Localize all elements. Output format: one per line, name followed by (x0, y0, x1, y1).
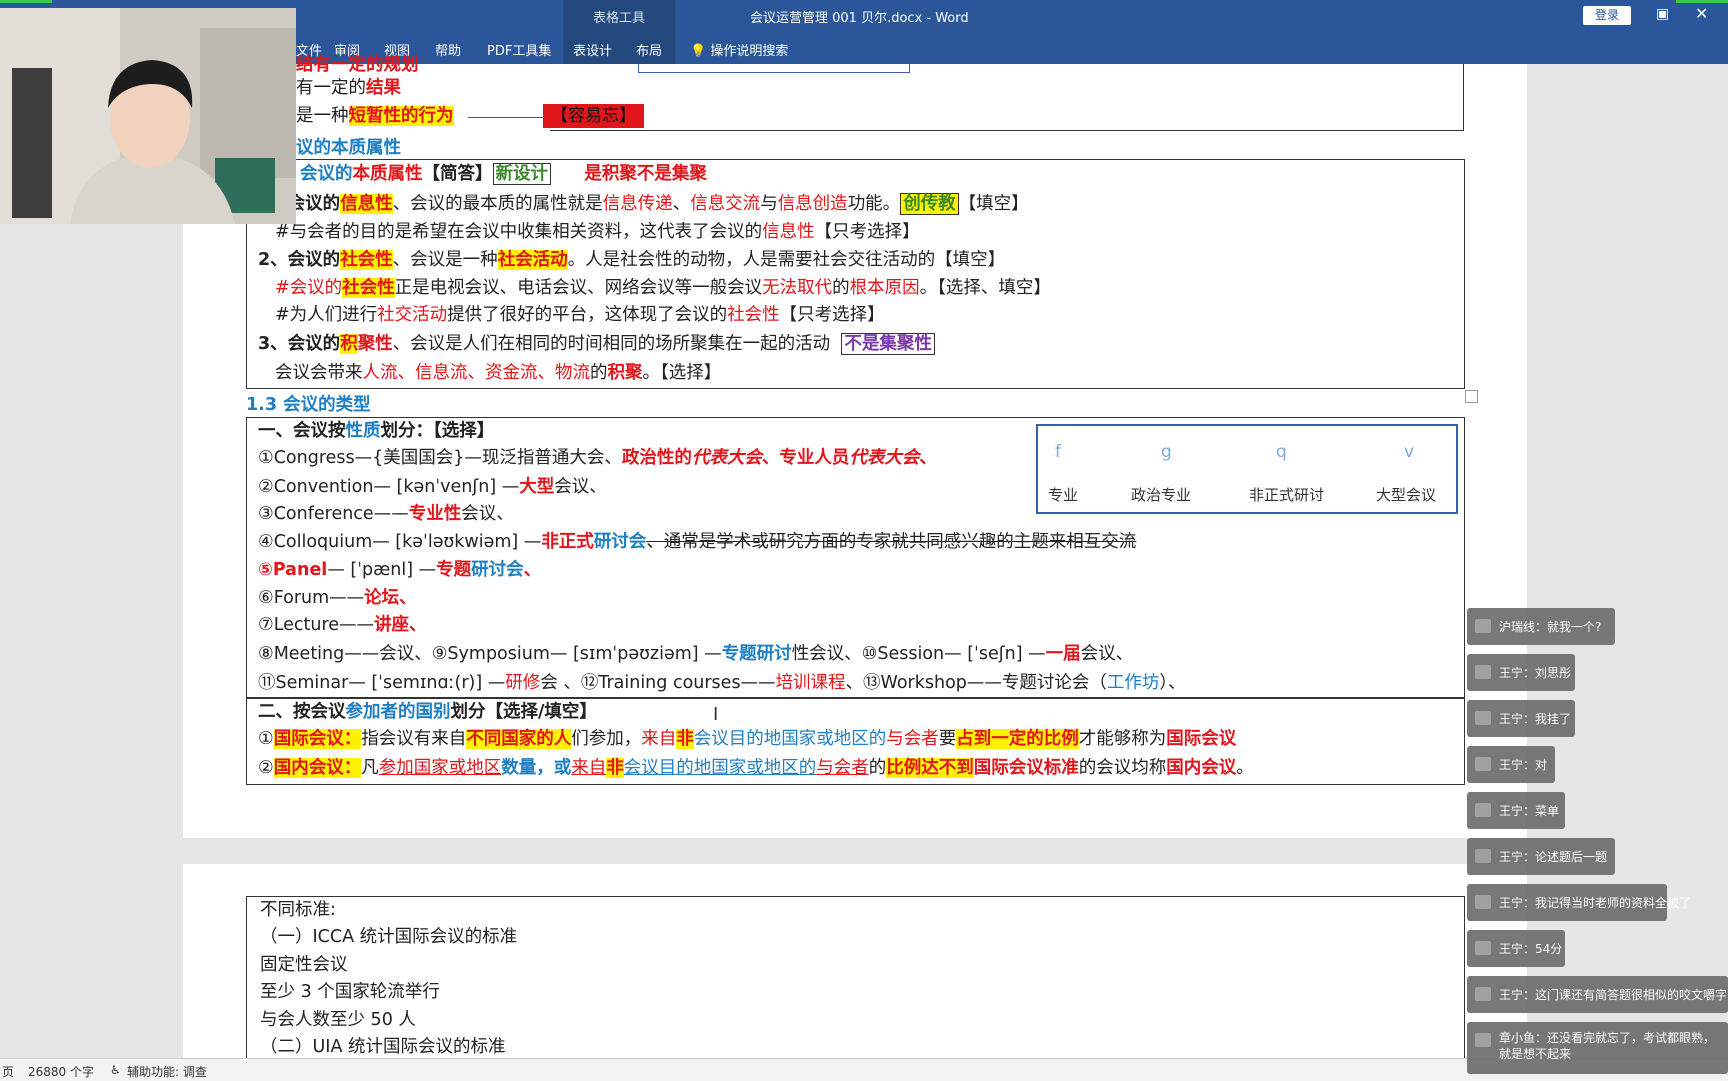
fragment-line-3: 是一种短暂性的行为 (296, 106, 454, 126)
lightbulb-icon: 💡 (690, 44, 707, 59)
chat-message: 王宁：刘思彤 (1467, 654, 1575, 691)
chat-message: 王宁：菜单 (1467, 792, 1565, 829)
user-avatar-icon (1475, 849, 1491, 863)
types-part2-title: 二、按会议参加者的国别划分【选择/填空】 (258, 702, 597, 722)
webcam-person-image (0, 8, 296, 224)
essence-item-3: 3、会议的积聚性、会议是人们在相同的时间相同的场所聚集在一起的活动 不是集聚性 (258, 333, 935, 355)
close-icon[interactable]: ✕ (1695, 4, 1708, 23)
legend-letter-v: v (1404, 442, 1415, 462)
types-part2-line-2: ②国内会议：凡参加国家或地区数量，或来自非会议目的地国家或地区的与会者的比例达不… (258, 758, 1254, 778)
legend-letter-q: q (1276, 442, 1287, 462)
standards-line-1: 不同标准: (260, 900, 336, 920)
user-avatar-icon (1475, 987, 1491, 1001)
essence-note-3: 会议会带来人流、信息流、资金流、物流的积聚。【选择】 (275, 363, 722, 383)
progress-indicator-left (0, 0, 52, 3)
webcam-video-overlay (0, 8, 296, 224)
types-line-7: ⑦Lecture——讲座、 (258, 615, 427, 635)
types-part1-title: 一、会议按性质划分：【选择】 (258, 421, 495, 441)
user-avatar-icon (1475, 1033, 1491, 1047)
table-resize-handle[interactable] (1465, 390, 1478, 403)
accessibility-icon: ♿ (110, 1063, 121, 1077)
legend-letter-g: g (1161, 442, 1172, 462)
table-tools-label: 表格工具 (592, 11, 645, 26)
section-heading-types: 1.3 会议的类型 (246, 395, 371, 415)
chat-message: 王宁：论述题后一题 (1467, 838, 1615, 875)
types-part2-line-1: ①国际会议：指会议有来自不同国家的人们参加，来自非会议目的地国家或地区的与会者要… (258, 729, 1237, 749)
essence-note-2b: #为人们进行社交活动提供了很好的平台，这体现了会议的社会性【只考选择】 (275, 305, 885, 325)
chat-message: 章小鱼：还没看完就忘了，考试都眼熟，就是想不起来 (1467, 1022, 1728, 1074)
chat-message: 王宁：54分 (1467, 930, 1565, 967)
essence-note-1: #与会者的目的是希望在会议中收集相关资料，这代表了会议的信息性【只考选择】 (275, 222, 920, 242)
user-avatar-icon (1475, 895, 1491, 909)
user-avatar-icon (1475, 665, 1491, 679)
legend-letter-f: f (1055, 442, 1061, 462)
legend-word-1: 专业 (1048, 486, 1079, 504)
types-line-2: ②Convention— [kənˈvenʃn] —大型会议、 (258, 477, 607, 497)
small-box (638, 64, 910, 73)
types-line-1: ①Congress—{美国国会}—现泛指普通大会、政治性的代表大会、专业人员代表… (258, 448, 937, 468)
user-avatar-icon (1475, 711, 1491, 725)
table-top-fragment (550, 64, 1464, 131)
tell-me-label: 操作说明搜索 (710, 44, 789, 59)
user-avatar-icon (1475, 941, 1491, 955)
text-cursor-icon: I (713, 704, 719, 725)
status-word-count[interactable]: 26880 个字 (28, 1063, 94, 1080)
table-row-divider (246, 697, 1465, 699)
chat-message: 王宁：这门课还有简答题很相似的咬文嚼字 (1467, 976, 1728, 1013)
legend-word-4: 大型会议 (1376, 486, 1437, 504)
fragment-line-1: 结有一定的规划 (296, 55, 419, 75)
types-line-6: ⑥Forum——论坛、 (258, 588, 417, 608)
types-line-3: ③Conference——专业性会议、 (258, 504, 514, 524)
standards-line-4: 至少 3 个国家轮流举行 (260, 982, 440, 1002)
tab-layout[interactable]: 布局 (636, 40, 662, 59)
tab-table-design[interactable]: 表设计 (573, 40, 612, 59)
essence-item-2: 2、会议的社会性、会议是一种社会活动。人是社会性的动物，人是需要社会交往活动的【… (258, 250, 1006, 270)
document-title: 会议运营管理 001 贝尔.docx - Word (750, 11, 969, 26)
types-line-9: ⑪Seminar— [ˈsemɪnɑː(r)] —研修会 、⑫Training … (258, 673, 1186, 693)
section-heading-essence: 议的本质属性 (296, 138, 401, 158)
user-avatar-icon (1475, 803, 1491, 817)
standards-line-6: （二）UIA 统计国际会议的标准 (260, 1037, 506, 1057)
user-avatar-icon (1475, 619, 1491, 633)
types-line-8: ⑧Meeting——会议、⑨Symposium— [sɪmˈpəʊziəm] —… (258, 644, 1134, 664)
legend-word-2: 政治专业 (1131, 486, 1192, 504)
essence-item-1: 1、会议的信息性、会议的最本质的属性就是信息传递、信息交流与信息创造功能。 创传教… (258, 193, 1029, 215)
chat-message: 王宁：对 (1467, 746, 1555, 783)
types-line-4: ④Colloquium— [kəˈləʊkwiəm] —非正式研讨会、通常是学术… (258, 532, 1137, 552)
standards-line-2: （一）ICCA 统计国际会议的标准 (260, 927, 518, 947)
tab-help[interactable]: 帮助 (435, 40, 461, 59)
legend-word-3: 非正式研讨 (1249, 486, 1325, 504)
progress-indicator-right (1676, 0, 1728, 3)
user-avatar-icon (1475, 757, 1491, 771)
standards-line-3: 固定性会议 (260, 955, 348, 975)
status-accessibility[interactable]: 辅助功能: 调查 (127, 1063, 207, 1080)
fragment-line-2: 有一定的结果 (296, 78, 401, 98)
tell-me-search[interactable]: 💡 操作说明搜索 (690, 40, 788, 59)
types-line-5: ⑤Panel— [ˈpænl] —专题研讨会、 (258, 560, 542, 580)
chat-message: 王宁：我挂了 (1467, 700, 1575, 737)
essence-title: 会议的本质属性【简答】 新设计 是积聚不是集聚 (300, 163, 707, 185)
easy-forget-tag: 【容易忘】 (543, 104, 644, 128)
letter-legend-box: f g q v 专业 政治专业 非正式研讨 大型会议 (1036, 424, 1458, 514)
login-button[interactable]: 登录 (1583, 6, 1631, 25)
tab-pdf-tools[interactable]: PDF工具集 (487, 40, 551, 59)
chat-message: 沪瑞线：就我一个? (1467, 608, 1615, 645)
connector-line (468, 117, 544, 118)
ribbon-display-icon[interactable]: ▣ (1656, 6, 1669, 22)
standards-line-5: 与会人数至少 50 人 (260, 1010, 416, 1030)
chat-message: 王宁：我记得当时老师的资料全被了 (1467, 884, 1691, 921)
status-page[interactable]: 页 (2, 1063, 14, 1080)
essence-note-2a: #会议的社会性正是电视会议、电话会议、网络会议等一般会议无法取代的根本原因。【选… (275, 278, 1051, 298)
